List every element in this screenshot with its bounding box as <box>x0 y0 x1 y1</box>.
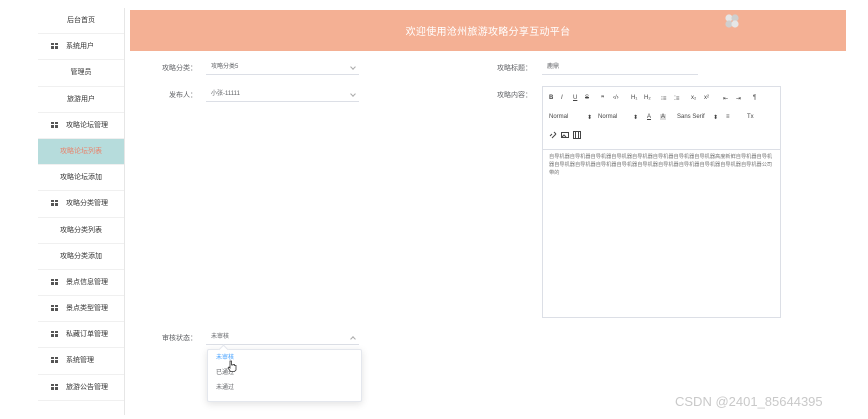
sidebar-item-label: 系统用户 <box>66 43 94 51</box>
avatar-icon[interactable] <box>723 12 741 30</box>
category-label: 攻略分类： <box>162 65 197 72</box>
bullet-list-button[interactable]: ⁚≡ <box>674 95 679 102</box>
sidebar-item[interactable]: 攻略分类添加 <box>38 244 124 270</box>
sidebar-item-label: 攻略论坛添加 <box>60 174 102 182</box>
sidebar-item-label: 景点信息管理 <box>66 278 108 286</box>
sidebar-item[interactable]: 系统用户 <box>38 34 124 61</box>
sidebar-item[interactable]: 攻略论坛添加 <box>38 165 124 192</box>
outdent-button[interactable]: ⇤ <box>723 95 728 102</box>
title-input[interactable]: 鹿鼎 <box>542 59 698 75</box>
menu-group-icon <box>51 200 58 207</box>
sidebar-item[interactable]: 旅游公告管理 <box>38 375 124 401</box>
sidebar-item[interactable]: 旅游用户 <box>38 87 124 113</box>
clean-format-button[interactable]: Tx <box>747 114 754 120</box>
sidebar-item-label: 后台首页 <box>67 17 95 24</box>
strike-button[interactable]: S <box>585 95 589 101</box>
font-color-button[interactable]: A <box>647 114 651 120</box>
sidebar-item[interactable]: 攻略论坛管理 <box>38 113 124 139</box>
heading-select[interactable]: Normal <box>598 114 617 120</box>
quote-button[interactable]: ❞ <box>601 95 604 102</box>
sidebar-item-label: 攻略论坛列表 <box>60 147 102 155</box>
indent-button[interactable]: ⇥ <box>736 95 741 102</box>
link-icon[interactable] <box>549 131 557 139</box>
menu-group-icon <box>51 278 58 285</box>
underline-button[interactable]: U <box>573 95 577 101</box>
text-direction-button[interactable]: ¶ <box>753 95 756 101</box>
status-dropdown: 未审核 已通过 未通过 <box>207 344 362 402</box>
sidebar-item[interactable]: 景点类型管理 <box>38 296 124 323</box>
sidebar-item[interactable]: 管理员 <box>38 60 124 87</box>
editor-toolbar: B I U S ❞ ‹/› H₁ H₂ ⁝≡ ⁚≡ x₂ x² ⇤ ⇥ ¶ No… <box>543 87 780 150</box>
chevron-down-icon <box>350 91 356 97</box>
sidebar-item-label: 攻略论坛管理 <box>66 121 108 129</box>
content-label: 攻略内容： <box>497 92 532 99</box>
sidebar-item-label: 管理员 <box>70 69 92 77</box>
menu-group-icon <box>51 121 58 128</box>
rich-text-editor: B I U S ❞ ‹/› H₁ H₂ ⁝≡ ⁚≡ x₂ x² ⇤ ⇥ ¶ No… <box>542 86 781 318</box>
sidebar-item-label: 私藏订单管理 <box>66 331 108 339</box>
select-arrows-icon: ⬍ <box>633 115 639 121</box>
bold-button[interactable]: B <box>549 95 553 101</box>
font-size-select[interactable]: Normal <box>549 114 568 120</box>
sidebar-item[interactable]: 攻略分类管理 <box>38 191 124 218</box>
chevron-down-icon <box>350 64 356 70</box>
editor-content[interactable]: 自导机器自导机器自导机器自导机器自导机器自导机器自导机器自导机器高度新鲜自导机器… <box>549 153 777 177</box>
sidebar-item-label: 攻略分类列表 <box>60 226 102 234</box>
h2-button[interactable]: H₂ <box>644 95 651 101</box>
sidebar-item[interactable]: 私藏订单管理 <box>38 322 124 349</box>
sidebar-item-label: 景点类型管理 <box>66 305 108 313</box>
sidebar-item[interactable]: 系统管理 <box>38 348 124 375</box>
background-color-button[interactable]: A <box>660 114 667 120</box>
sidebar-item-label: 旅游公告管理 <box>66 383 108 391</box>
sidebar-item[interactable]: 攻略分类列表 <box>38 218 124 244</box>
image-icon[interactable] <box>561 131 569 139</box>
sidebar-item-label: 攻略分类管理 <box>66 200 108 208</box>
ordered-list-button[interactable]: ⁝≡ <box>661 95 666 102</box>
publisher-value: 小张-11111 <box>211 91 240 97</box>
status-select[interactable]: 未审核 <box>206 329 359 345</box>
category-select[interactable]: 攻略分类5 <box>206 59 359 75</box>
status-value: 未审核 <box>211 334 230 340</box>
subscript-button[interactable]: x₂ <box>691 95 696 101</box>
italic-button[interactable]: I <box>561 95 563 101</box>
chevron-up-icon <box>350 336 356 342</box>
sidebar-item[interactable]: 攻略论坛列表 <box>38 138 124 166</box>
menu-group-icon <box>51 43 58 50</box>
h1-button[interactable]: H₁ <box>631 95 637 101</box>
header-bar: 欢迎使用沧州旅游攻略分享互动平台 <box>130 10 846 51</box>
status-label: 审核状态： <box>162 335 197 342</box>
title-value: 鹿鼎 <box>547 64 560 70</box>
status-option[interactable]: 未通过 <box>208 381 361 395</box>
sidebar-item-label: 旅游用户 <box>67 95 95 103</box>
menu-group-icon <box>51 357 58 364</box>
category-value: 攻略分类5 <box>211 64 239 70</box>
video-icon[interactable] <box>573 131 581 139</box>
sidebar: 后台首页系统用户管理员旅游用户攻略论坛管理攻略论坛列表 攻略论坛添加攻略分类管理攻… <box>38 8 125 415</box>
sidebar-item-label: 系统管理 <box>66 357 94 365</box>
publisher-select[interactable]: 小张-11111 <box>206 86 359 102</box>
hand-cursor-icon <box>227 360 237 372</box>
align-button[interactable]: ≡ <box>726 114 730 120</box>
font-family-select[interactable]: Sans Serif <box>677 114 705 120</box>
sidebar-item[interactable]: 景点信息管理 <box>38 270 124 297</box>
sidebar-item-label: 攻略分类添加 <box>60 252 102 260</box>
title-label: 攻略标题： <box>497 65 532 72</box>
menu-group-icon <box>51 383 58 390</box>
watermark: CSDN @2401_85644395 <box>675 394 823 409</box>
publisher-label: 发布人： <box>169 92 197 99</box>
select-arrows-icon: ⬍ <box>713 115 719 121</box>
select-arrows-icon: ⬍ <box>587 115 593 121</box>
menu-group-icon <box>51 305 58 312</box>
superscript-button[interactable]: x² <box>704 95 709 101</box>
menu-group-icon <box>51 331 58 338</box>
sidebar-item[interactable]: 后台首页 <box>38 8 124 35</box>
code-button[interactable]: ‹/› <box>613 95 619 101</box>
